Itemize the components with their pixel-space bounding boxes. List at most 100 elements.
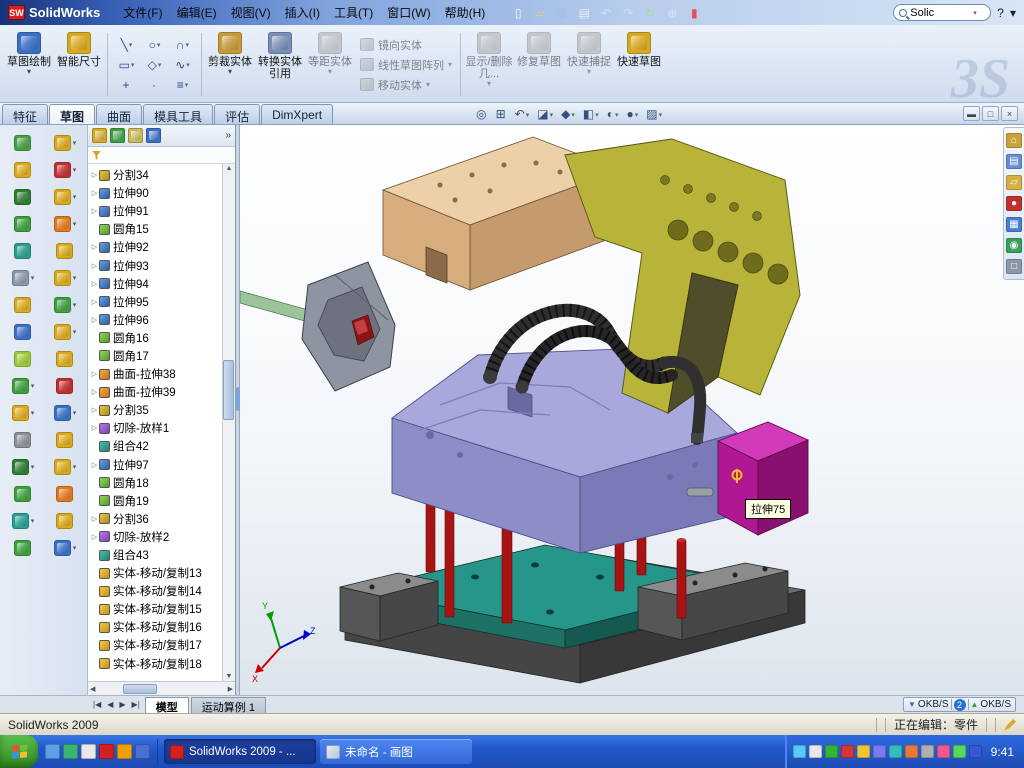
sketch-entity-button[interactable]: ◇ ▾	[141, 55, 168, 74]
tool-button[interactable]	[2, 291, 44, 318]
dropdown-arrow-icon[interactable]: ▾	[129, 41, 133, 49]
tool-button[interactable]	[2, 345, 44, 372]
menu-item[interactable]: 插入(I)	[278, 0, 327, 25]
tray-icon[interactable]	[873, 745, 886, 758]
dropdown-arrow-icon[interactable]: ▾	[73, 328, 77, 336]
tool-button[interactable]	[2, 318, 44, 345]
tool-button[interactable]: ▾	[44, 318, 86, 345]
dropdown-arrow-icon[interactable]: ▾	[158, 61, 162, 69]
ribbon-small-button[interactable]: 移动实体 ▾	[358, 76, 454, 93]
view-tool-button[interactable]: ◐ ▾	[605, 107, 621, 122]
tab-nav-arrow[interactable]: ◀	[104, 700, 116, 709]
feature-tree-item[interactable]: 实体-移动/复制14	[90, 582, 235, 600]
dropdown-arrow-icon[interactable]: ▾	[487, 80, 491, 88]
feature-tree-item[interactable]: 圆角15	[90, 220, 235, 238]
document-tab[interactable]: 运动算例 1	[191, 697, 266, 713]
tray-icon[interactable]	[921, 745, 934, 758]
window-control-button[interactable]: ×	[1001, 106, 1018, 121]
expand-arrow-icon[interactable]: ▷	[90, 243, 99, 251]
quick-launch-icon[interactable]	[99, 744, 114, 759]
menu-item[interactable]: 文件(F)	[116, 0, 169, 25]
ribbon-small-button[interactable]: 线性草图阵列 ▾	[358, 56, 454, 73]
ribbon-big-button[interactable]: 快速草图	[614, 29, 664, 100]
graphics-viewport[interactable]: Y Z X 拉伸75 ⌂ ▤ ▱ ● ▦ ◉	[240, 125, 1024, 695]
feature-tree-item[interactable]: ▷ 曲面-拉伸38	[90, 365, 235, 383]
tray-icon[interactable]	[793, 745, 806, 758]
toolbar-icon[interactable]: ▯	[508, 4, 528, 22]
menu-item[interactable]: 帮助(H)	[438, 0, 493, 25]
dropdown-arrow-icon[interactable]: ▾	[186, 41, 190, 49]
document-tab[interactable]: 模型	[145, 697, 189, 713]
view-tool-button[interactable]: ▨ ▾	[644, 107, 664, 122]
tool-button[interactable]	[2, 129, 44, 156]
quick-launch-icon[interactable]	[45, 744, 60, 759]
dropdown-arrow-icon[interactable]: ▾	[550, 111, 554, 119]
insert-clamp-part[interactable]	[240, 262, 395, 391]
sketch-entity-button[interactable]: ▭ ▾	[113, 55, 140, 74]
feature-tree-item[interactable]: 实体-移动/复制16	[90, 618, 235, 636]
tool-button[interactable]: ▾	[2, 264, 44, 291]
feature-tree-item[interactable]: 圆角17	[90, 347, 235, 365]
feature-tree-item[interactable]: 组合42	[90, 437, 235, 455]
titlebar-button[interactable]: ?	[997, 6, 1004, 20]
tool-button[interactable]: ▾	[44, 399, 86, 426]
feature-tree-item[interactable]: ▷ 拉伸94	[90, 275, 235, 293]
dropdown-arrow-icon[interactable]: ▾	[131, 61, 135, 69]
dropdown-arrow-icon[interactable]: ▾	[73, 409, 77, 417]
task-pane-tab-icon[interactable]: ▦	[1006, 217, 1022, 232]
quick-launch-icon[interactable]	[81, 744, 96, 759]
expand-arrow-icon[interactable]: ▷	[90, 298, 99, 306]
sketch-entity-button[interactable]: ╲ ▾	[113, 35, 140, 54]
tab-nav-arrow[interactable]: ▶|	[129, 700, 143, 709]
toolbar-icon[interactable]: ↶	[596, 4, 616, 22]
expand-arrow-icon[interactable]: ▷	[90, 424, 99, 432]
toolbar-icon[interactable]: ↻	[640, 4, 660, 22]
tool-button[interactable]: ▾	[44, 453, 86, 480]
dropdown-arrow-icon[interactable]: ▾	[31, 409, 35, 417]
front-pin-part[interactable]	[677, 538, 686, 618]
tray-icon[interactable]	[889, 745, 902, 758]
tool-button[interactable]	[44, 372, 86, 399]
expand-arrow-icon[interactable]: ▷	[90, 189, 99, 197]
tool-button[interactable]: ▾	[2, 507, 44, 534]
dropdown-arrow-icon[interactable]: ▾	[615, 111, 619, 119]
tree-vertical-scrollbar[interactable]: ▲ ▼	[222, 164, 235, 681]
dropdown-arrow-icon[interactable]: ▾	[31, 463, 35, 471]
dropdown-arrow-icon[interactable]: ▾	[73, 166, 77, 174]
tool-button[interactable]: ▾	[44, 129, 86, 156]
toolbar-icon[interactable]: ↷	[618, 4, 638, 22]
expand-arrow-icon[interactable]: ▷	[90, 280, 99, 288]
task-pane-tab-icon[interactable]: ▱	[1006, 175, 1022, 190]
ribbon-big-button[interactable]: 修复草图	[514, 29, 564, 100]
tool-button[interactable]	[44, 426, 86, 453]
dropdown-arrow-icon[interactable]: ▾	[73, 463, 77, 471]
tray-icon[interactable]	[953, 745, 966, 758]
widget-badge[interactable]: 2	[954, 699, 966, 711]
dropdown-arrow-icon[interactable]: ▾	[73, 274, 77, 282]
tool-button[interactable]	[2, 534, 44, 561]
ribbon-big-button[interactable]: 草图绘制 ▾	[4, 29, 54, 100]
tool-button[interactable]: ▾	[2, 453, 44, 480]
tray-icon[interactable]	[825, 745, 838, 758]
tool-button[interactable]	[2, 480, 44, 507]
task-pane-tab-icon[interactable]: ●	[1006, 196, 1022, 211]
ribbon-tab[interactable]: 曲面	[96, 104, 142, 124]
panel-tab-icon[interactable]	[110, 128, 125, 143]
ribbon-big-button[interactable]: 显示/删除几... ▾	[464, 29, 514, 100]
view-tool-button[interactable]: ⊞	[494, 107, 509, 122]
dropdown-arrow-icon[interactable]: ▾	[587, 68, 591, 76]
scroll-down-icon[interactable]: ▼	[226, 673, 233, 680]
feature-tree-item[interactable]: 圆角19	[90, 492, 235, 510]
tool-button[interactable]	[44, 480, 86, 507]
ribbon-big-button[interactable]: 等距实体 ▾	[305, 29, 355, 100]
sketch-entity-button[interactable]: ○ ▾	[141, 35, 168, 54]
dropdown-arrow-icon[interactable]: ▾	[185, 81, 189, 89]
ribbon-big-button[interactable]: 剪裁实体 ▾	[205, 29, 255, 100]
feature-tree-item[interactable]: ▷ 分割35	[90, 401, 235, 419]
feature-tree-item[interactable]: ▷ 拉伸92	[90, 238, 235, 256]
tool-button[interactable]: ▾	[44, 264, 86, 291]
tray-icon[interactable]	[857, 745, 870, 758]
tray-icon[interactable]	[905, 745, 918, 758]
dropdown-arrow-icon[interactable]: ▾	[73, 139, 77, 147]
dropdown-arrow-icon[interactable]: ▾	[448, 61, 452, 69]
